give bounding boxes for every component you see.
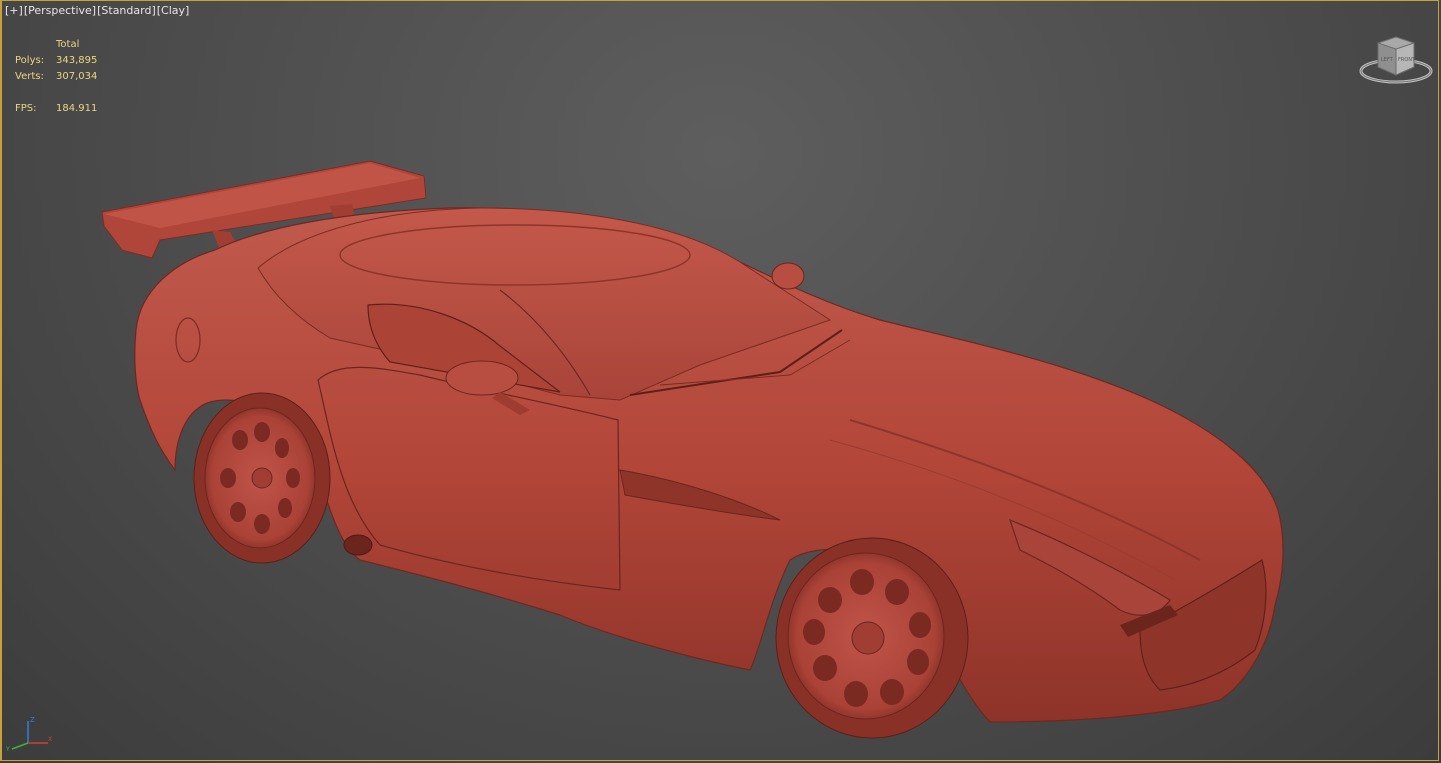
viewcube-front-face[interactable]: FRONT [1398,57,1416,63]
viewcube[interactable]: LEFT FRONT [1358,33,1434,89]
axis-z-label: Z [30,716,35,724]
front-wheel [775,537,969,739]
rear-wheel [193,392,331,564]
perspective-viewport[interactable]: [+] [Perspective] [Standard] [Clay] Tota… [0,0,1441,763]
car-clay-model[interactable] [0,0,1441,763]
axis-y-label: Y [5,746,10,753]
side-mirror-far [771,262,805,290]
axis-x-label: X [48,736,52,743]
axis-tripod-icon: Z X Y [5,716,52,753]
viewcube-left-face[interactable]: LEFT [1381,57,1394,63]
